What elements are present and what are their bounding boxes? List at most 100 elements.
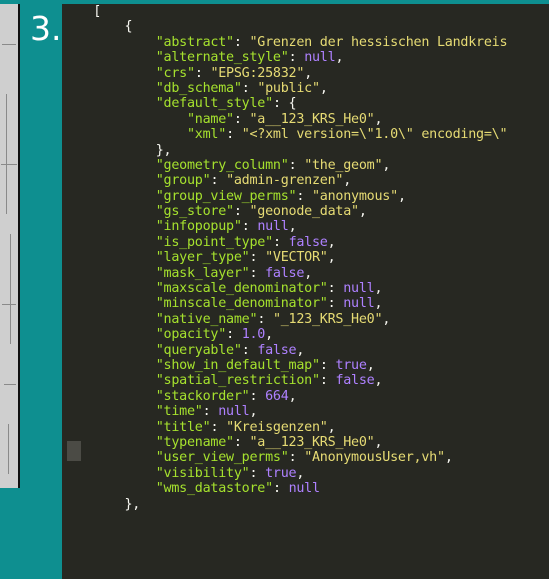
code-token: null	[288, 481, 321, 497]
code-token: "queryable"	[155, 342, 242, 358]
code-token: :	[226, 127, 242, 143]
code-token: "group"	[155, 173, 211, 189]
code-line: "group_view_perms": "anonymous",	[62, 189, 507, 204]
code-token: "group_view_perms"	[155, 188, 297, 204]
code-token: null	[343, 296, 375, 312]
code-token: false	[265, 265, 305, 281]
code-line: },	[62, 143, 507, 158]
code-token: "visibility"	[155, 465, 250, 481]
code-line: "xml": "<?xml version=\"1.0\" encoding=\…	[62, 127, 508, 143]
code-token: "alternate_style"	[155, 50, 289, 66]
code-token: "a__123_KRS_He0"	[249, 434, 375, 450]
code-token: :	[319, 357, 336, 373]
code-token: :	[249, 465, 266, 481]
code-token: :	[233, 434, 250, 450]
code-token: {	[62, 19, 133, 35]
code-token: true	[265, 465, 297, 481]
code-line: "typename": "a__123_KRS_He0",	[62, 435, 507, 450]
code-token: "VECTOR"	[265, 250, 328, 266]
code-token: ,	[374, 111, 383, 127]
code-line: "queryable": false,	[62, 343, 507, 358]
code-line: "group": "admin-grenzen",	[62, 173, 507, 188]
code-token: :	[327, 281, 344, 297]
code-token: "anonymous"	[312, 188, 398, 204]
code-token: null	[304, 50, 336, 66]
code-token: "gs_store"	[155, 204, 234, 220]
code-token: ,	[382, 157, 391, 173]
code-token: "xml"	[187, 127, 227, 143]
code-token: ,	[374, 281, 383, 297]
code-token: :	[194, 65, 211, 81]
code-token: ,	[304, 265, 312, 281]
code-token: "wms_datastore"	[155, 481, 273, 497]
code-token: :	[249, 388, 266, 404]
code-token: ,	[296, 465, 305, 481]
code-token: "user_view_perms"	[155, 450, 289, 466]
json-code-block: [ { "abstract": "Grenzen der hessischen …	[62, 4, 507, 512]
code-token: :	[202, 404, 219, 420]
code-token: :	[233, 204, 250, 220]
code-token: :	[233, 34, 250, 50]
code-token: ,	[304, 65, 312, 81]
code-line: "default_style": {	[62, 96, 507, 111]
code-line: "opacity": 1.0,	[62, 327, 507, 342]
code-line: "show_in_default_map": true,	[62, 358, 507, 373]
code-token: "Grenzen der hessischen Landkreis	[249, 34, 508, 50]
code-token: false	[335, 373, 375, 389]
code-token: :	[288, 450, 305, 466]
code-token: "mask_layer"	[155, 265, 250, 281]
code-token: "typename"	[155, 434, 234, 450]
code-line: },	[62, 497, 507, 512]
code-token: "a__123_KRS_He0"	[249, 111, 375, 127]
code-line: [	[62, 4, 507, 19]
code-token: ,	[327, 419, 336, 435]
code-line: "name": "a__123_KRS_He0",	[62, 112, 507, 127]
code-token: "stackorder"	[155, 388, 250, 404]
code-token: "is_point_type"	[155, 234, 273, 250]
code-line: "minscale_denominator": null,	[62, 296, 507, 311]
code-token: true	[335, 357, 367, 373]
code-line: "user_view_perms": "AnonymousUser,vh",	[62, 450, 507, 465]
code-line: "geometry_column": "the_geom",	[62, 158, 507, 173]
code-token: ,	[335, 50, 344, 66]
code-editor[interactable]: [ { "abstract": "Grenzen der hessischen …	[62, 4, 549, 579]
map-screenshot-fragment	[0, 4, 20, 488]
code-token: "spatial_restriction"	[155, 373, 320, 389]
code-token: "<?xml version=\"1.0\" encoding=\"	[241, 127, 508, 143]
code-token: "abstract"	[155, 34, 234, 50]
code-token: "native_name"	[155, 311, 258, 327]
code-line: "gs_store": "geonode_data",	[62, 204, 507, 219]
code-token: :	[272, 481, 289, 497]
code-token: :	[233, 111, 250, 127]
code-token: 664	[265, 388, 289, 404]
code-token: null	[257, 219, 289, 235]
code-token: ,	[249, 404, 258, 420]
code-token: "Kreisgenzen"	[226, 419, 328, 435]
code-token: "db_schema"	[155, 80, 242, 96]
code-line: "wms_datastore": null	[62, 481, 507, 496]
code-token: :	[249, 250, 266, 266]
code-line: "time": null,	[62, 404, 507, 419]
code-token: "the_geom"	[304, 157, 383, 173]
code-token: null	[343, 281, 375, 297]
code-token: "title"	[155, 419, 211, 435]
code-token: "default_style"	[155, 96, 273, 112]
code-token: ,	[374, 434, 383, 450]
code-token: "_123_KRS_He0"	[272, 311, 383, 327]
code-token: ,	[358, 204, 367, 220]
code-token: :	[272, 234, 289, 250]
code-token: "infopopup"	[155, 219, 242, 235]
code-token: ,	[343, 173, 352, 189]
code-token: :	[296, 188, 312, 204]
